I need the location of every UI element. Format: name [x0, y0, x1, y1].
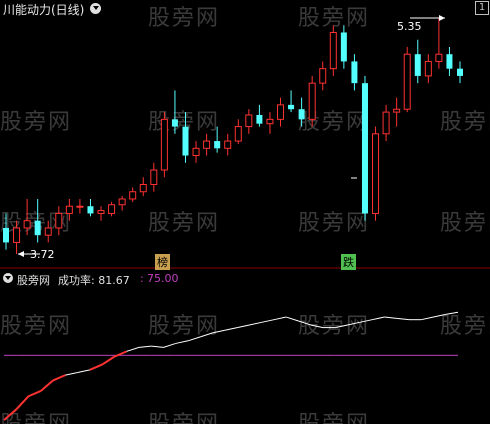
price-chart-canvas[interactable] — [0, 0, 490, 424]
success-rate-segment — [163, 342, 176, 348]
success-rate-segment — [101, 355, 115, 366]
success-rate-segment — [151, 345, 164, 348]
chevron-down-circle-icon[interactable] — [90, 3, 101, 14]
success-rate-segment — [433, 313, 446, 318]
success-rate-segment — [175, 340, 189, 344]
success-rate-segment — [372, 316, 385, 321]
candle-down[interactable] — [361, 83, 368, 214]
success-rate-segment — [212, 329, 225, 334]
success-rate-segment — [249, 321, 262, 326]
candle-up[interactable] — [372, 133, 380, 214]
success-rate-segment — [396, 317, 409, 321]
candle-down[interactable] — [34, 220, 41, 236]
candle-up[interactable] — [403, 53, 411, 110]
candle-down[interactable] — [298, 109, 305, 120]
candle-down[interactable] — [457, 68, 463, 76]
success-rate-segment — [224, 327, 238, 331]
success-rate-segment — [286, 316, 299, 322]
success-rate-segment — [200, 332, 213, 338]
candlestick-series — [3, 18, 463, 254]
candle-up[interactable] — [203, 140, 211, 149]
success-rate-segment — [187, 336, 201, 342]
low-pointer-arrow — [18, 251, 24, 257]
candle-up[interactable] — [97, 210, 105, 214]
success-rate-segment — [261, 319, 275, 323]
candle-up[interactable] — [319, 68, 327, 84]
signal-tag-buy[interactable]: 榜 — [155, 254, 170, 270]
candle-up[interactable] — [308, 82, 316, 120]
candle-up[interactable] — [13, 227, 21, 243]
success-rate-segment — [335, 324, 348, 329]
candle-up[interactable] — [76, 205, 84, 208]
candle-down[interactable] — [3, 227, 9, 243]
indicator-title: 川能动力(日线) — [3, 3, 85, 17]
candle-up[interactable] — [44, 227, 52, 236]
sub-panel-toggle-icon[interactable] — [3, 273, 13, 283]
candle-down[interactable] — [446, 54, 453, 69]
candle-down[interactable] — [171, 119, 178, 127]
success-rate-segment — [138, 345, 152, 348]
candle-up[interactable] — [129, 191, 137, 200]
stock-chart-window: { "header": { "indicator_name": "川能动力(日线… — [0, 0, 490, 424]
success-rate-segment — [421, 316, 434, 321]
candle-up[interactable] — [65, 205, 73, 214]
candle-up[interactable] — [55, 212, 63, 229]
candle-down[interactable] — [340, 32, 347, 62]
high-price-label: 5.35 — [397, 20, 422, 33]
candle-up[interactable] — [382, 111, 390, 135]
success-rate-segment — [126, 346, 140, 352]
success-rate-segment — [298, 320, 311, 326]
success-rate-segment — [347, 321, 360, 326]
candle-up[interactable] — [424, 60, 432, 77]
candle-up[interactable] — [160, 118, 168, 171]
metric-separator: : — [140, 272, 144, 285]
candle-up[interactable] — [23, 220, 31, 229]
success-rate-segment — [114, 350, 128, 358]
success-rate-segment — [40, 379, 54, 392]
candle-up[interactable] — [150, 169, 158, 186]
candle-down[interactable] — [288, 104, 295, 110]
success-rate-segment — [28, 390, 42, 398]
candle-up[interactable] — [277, 104, 285, 120]
candle-up[interactable] — [234, 126, 242, 142]
success-rate-segment — [77, 369, 90, 373]
candle-up[interactable] — [329, 31, 337, 70]
candle-down[interactable] — [182, 126, 189, 156]
success-rate-segment — [359, 319, 373, 323]
success-rate-segment — [65, 371, 78, 376]
candle-up[interactable] — [108, 204, 116, 214]
candle-up[interactable] — [139, 184, 147, 193]
candle-down[interactable] — [87, 206, 94, 214]
low-price-label: 3.72 — [30, 248, 55, 261]
candle-up[interactable] — [192, 147, 200, 157]
candle-down[interactable] — [351, 61, 358, 84]
high-pointer-arrow — [439, 15, 445, 21]
candle-up[interactable] — [435, 53, 443, 62]
signal-tag-drop[interactable]: 跌 — [341, 254, 356, 270]
success-rate-segment — [445, 311, 459, 315]
metric-value: 75.00 — [147, 272, 179, 285]
candle-up[interactable] — [118, 198, 126, 206]
success-rate-segment — [384, 316, 397, 319]
candle-down[interactable] — [214, 141, 221, 149]
success-rate-segment — [237, 324, 250, 329]
candle-up[interactable] — [245, 114, 253, 128]
success-rate-label: 成功率: 81.67 — [58, 274, 130, 287]
candle-down[interactable] — [414, 54, 421, 76]
success-rate-segment — [15, 395, 30, 411]
sub-panel-title: 股旁网 — [17, 274, 50, 287]
success-rate-lines — [3, 311, 459, 421]
candle-down[interactable] — [256, 115, 263, 124]
candle-up[interactable] — [393, 108, 401, 113]
success-rate-segment — [310, 324, 324, 329]
candle-up[interactable] — [224, 140, 232, 149]
success-rate-segment — [52, 374, 66, 382]
corner-button[interactable]: 1 — [475, 1, 489, 15]
success-rate-segment — [3, 408, 17, 421]
success-rate-segment — [89, 363, 103, 371]
candle-up[interactable] — [266, 118, 274, 125]
success-rate-segment — [273, 316, 287, 321]
